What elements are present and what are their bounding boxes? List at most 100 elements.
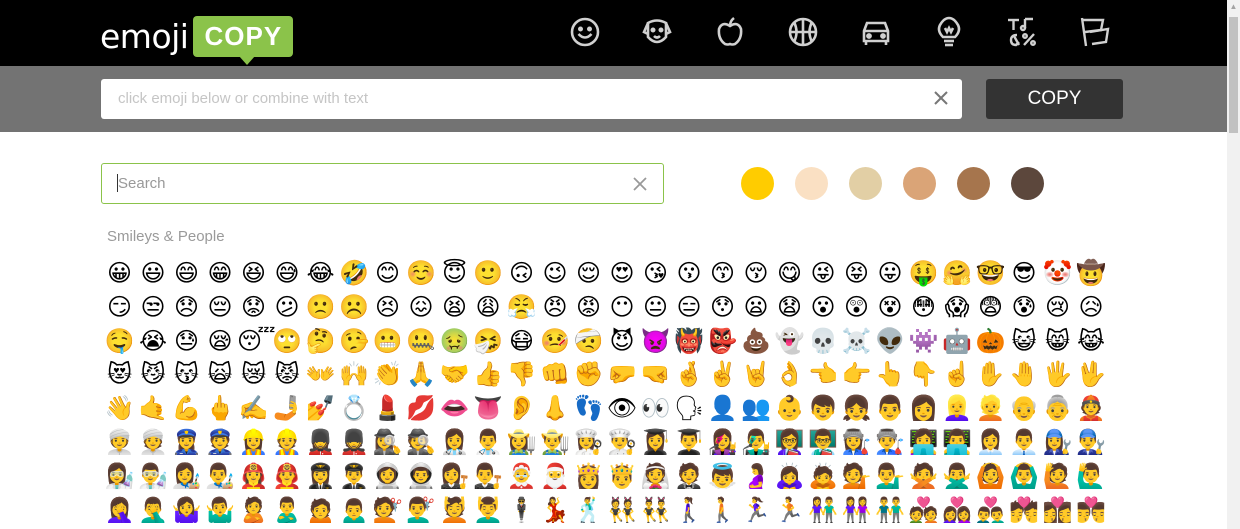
emoji-item[interactable]: 😛 xyxy=(874,257,907,290)
emoji-item[interactable]: 👎 xyxy=(505,358,538,391)
emoji-item[interactable]: ✊ xyxy=(572,358,605,391)
emoji-item[interactable]: 😤 xyxy=(505,291,538,324)
emoji-item[interactable]: 👇 xyxy=(907,358,940,391)
emoji-item[interactable]: 😜 xyxy=(807,257,840,290)
emoji-item[interactable]: 😗 xyxy=(673,257,706,290)
apple-icon[interactable] xyxy=(713,15,747,49)
emoji-item[interactable]: 🤛 xyxy=(606,358,639,391)
emoji-item[interactable]: 👅 xyxy=(472,392,505,425)
copy-text-input[interactable]: click emoji below or combine with text xyxy=(101,79,962,119)
emoji-item[interactable]: 🤰 xyxy=(740,460,773,493)
emoji-item[interactable]: 👩‍✈️ xyxy=(304,460,337,493)
emoji-item[interactable]: 😅 xyxy=(271,257,304,290)
emoji-item[interactable]: 😑 xyxy=(673,291,706,324)
emoji-item[interactable]: 👺 xyxy=(706,325,739,358)
emoji-item[interactable]: 👨‍✈️ xyxy=(338,460,371,493)
emoji-item[interactable]: 🤶 xyxy=(505,460,538,493)
emoji-item[interactable]: 🤜 xyxy=(639,358,672,391)
emoji-item[interactable]: 👄 xyxy=(438,392,471,425)
emoji-item[interactable]: 😏 xyxy=(103,291,136,324)
emoji-item[interactable]: 👌 xyxy=(773,358,806,391)
emoji-item[interactable]: 💇 xyxy=(371,494,404,527)
emoji-item[interactable]: 🤚 xyxy=(1008,358,1041,391)
emoji-item[interactable]: 👮 xyxy=(204,426,237,459)
emoji-item[interactable]: 😖 xyxy=(405,291,438,324)
emoji-item[interactable]: 😪 xyxy=(204,325,237,358)
emoji-item[interactable]: 👳‍♀️ xyxy=(103,426,136,459)
emoji-item[interactable]: 😕 xyxy=(271,291,304,324)
emoji-item[interactable]: 🤠 xyxy=(1075,257,1108,290)
emoji-item[interactable]: 👤 xyxy=(706,392,739,425)
emoji-item[interactable]: 🙋 xyxy=(1041,460,1074,493)
emoji-item[interactable]: 👲 xyxy=(1075,392,1108,425)
emoji-item[interactable]: 😬 xyxy=(371,325,404,358)
emoji-item[interactable]: 👩‍⚕️ xyxy=(438,426,471,459)
emoji-item[interactable]: 👩‍💻 xyxy=(907,426,940,459)
emoji-item[interactable]: 🚶 xyxy=(706,494,739,527)
emoji-item[interactable]: 🤢 xyxy=(438,325,471,358)
emoji-item[interactable]: 🙅 xyxy=(907,460,940,493)
car-icon[interactable] xyxy=(859,15,893,49)
emoji-item[interactable]: 💪 xyxy=(170,392,203,425)
emoji-item[interactable]: 🖐 xyxy=(1041,358,1074,391)
emoji-item[interactable]: 🤦‍♂️ xyxy=(137,494,170,527)
emoji-item[interactable]: 😒 xyxy=(137,291,170,324)
skin-tone-5[interactable] xyxy=(957,167,990,200)
emoji-item[interactable]: 😈 xyxy=(606,325,639,358)
close-icon[interactable] xyxy=(630,174,650,194)
emoji-item[interactable]: 💂‍♀️ xyxy=(304,426,337,459)
emoji-item[interactable]: 👋 xyxy=(103,392,136,425)
emoji-item[interactable]: 💩 xyxy=(740,325,773,358)
site-logo[interactable]: emoji COPY xyxy=(100,12,294,65)
emoji-item[interactable]: 🙄 xyxy=(271,325,304,358)
emoji-item[interactable]: 😉 xyxy=(539,257,572,290)
emoji-item[interactable]: 👀 xyxy=(639,392,672,425)
emoji-item[interactable]: 😦 xyxy=(740,291,773,324)
emoji-item[interactable]: 👼 xyxy=(706,460,739,493)
emoji-item[interactable]: 💆 xyxy=(438,494,471,527)
emoji-item[interactable]: 💅 xyxy=(304,392,337,425)
emoji-item[interactable]: 👐 xyxy=(304,358,337,391)
emoji-item[interactable]: 🕴 xyxy=(505,494,538,527)
emoji-item[interactable]: 👉 xyxy=(840,358,873,391)
emoji-item[interactable]: 🤷‍♂️ xyxy=(204,494,237,527)
emoji-item[interactable]: 🏃‍♀️ xyxy=(740,494,773,527)
emoji-item[interactable]: 👷‍♀️ xyxy=(237,426,270,459)
emoji-item[interactable]: 🤧 xyxy=(472,325,505,358)
scroll-up-arrow[interactable]: ▲ xyxy=(1227,0,1240,13)
emoji-item[interactable]: 👩‍🔬 xyxy=(103,460,136,493)
scrollbar-thumb[interactable] xyxy=(1229,17,1238,133)
emoji-item[interactable]: 😰 xyxy=(1008,291,1041,324)
emoji-item[interactable]: 💋 xyxy=(405,392,438,425)
emoji-item[interactable]: 🕵️ xyxy=(405,426,438,459)
emoji-item[interactable]: 🙌 xyxy=(338,358,371,391)
emoji-item[interactable]: 👨 xyxy=(874,392,907,425)
emoji-item[interactable]: 😷 xyxy=(505,325,538,358)
emoji-item[interactable]: 👱 xyxy=(974,392,1007,425)
emoji-item[interactable]: 😩 xyxy=(472,291,505,324)
emoji-item[interactable]: 😀 xyxy=(103,257,136,290)
emoji-item[interactable]: 😹 xyxy=(1075,325,1108,358)
emoji-item[interactable]: 🤞 xyxy=(673,358,706,391)
emoji-item[interactable]: 👣 xyxy=(572,392,605,425)
emoji-item[interactable]: 👾 xyxy=(907,325,940,358)
emoji-item[interactable]: 💄 xyxy=(371,392,404,425)
smiley-icon[interactable] xyxy=(568,15,602,49)
emoji-item[interactable]: 🤒 xyxy=(539,325,572,358)
emoji-item[interactable]: 🙎‍♂️ xyxy=(271,494,304,527)
emoji-item[interactable]: 👨‍⚕️ xyxy=(472,426,505,459)
emoji-item[interactable]: 👻 xyxy=(773,325,806,358)
emoji-item[interactable]: 👩‍🌾 xyxy=(505,426,538,459)
emoji-item[interactable]: 👩‍🚒 xyxy=(237,460,270,493)
emoji-item[interactable]: 🙁 xyxy=(304,291,337,324)
emoji-item[interactable]: 🤓 xyxy=(974,257,1007,290)
emoji-item[interactable]: 😣 xyxy=(371,291,404,324)
emoji-item[interactable]: 🤣 xyxy=(338,257,371,290)
emoji-item[interactable]: 😾 xyxy=(271,358,304,391)
emoji-item[interactable]: 👿 xyxy=(639,325,672,358)
emoji-item[interactable]: 😫 xyxy=(438,291,471,324)
emoji-item[interactable]: 👦 xyxy=(807,392,840,425)
emoji-item[interactable]: 👨‍🔧 xyxy=(1075,426,1108,459)
emoji-item[interactable]: 👍 xyxy=(472,358,505,391)
emoji-item[interactable]: 👆 xyxy=(874,358,907,391)
